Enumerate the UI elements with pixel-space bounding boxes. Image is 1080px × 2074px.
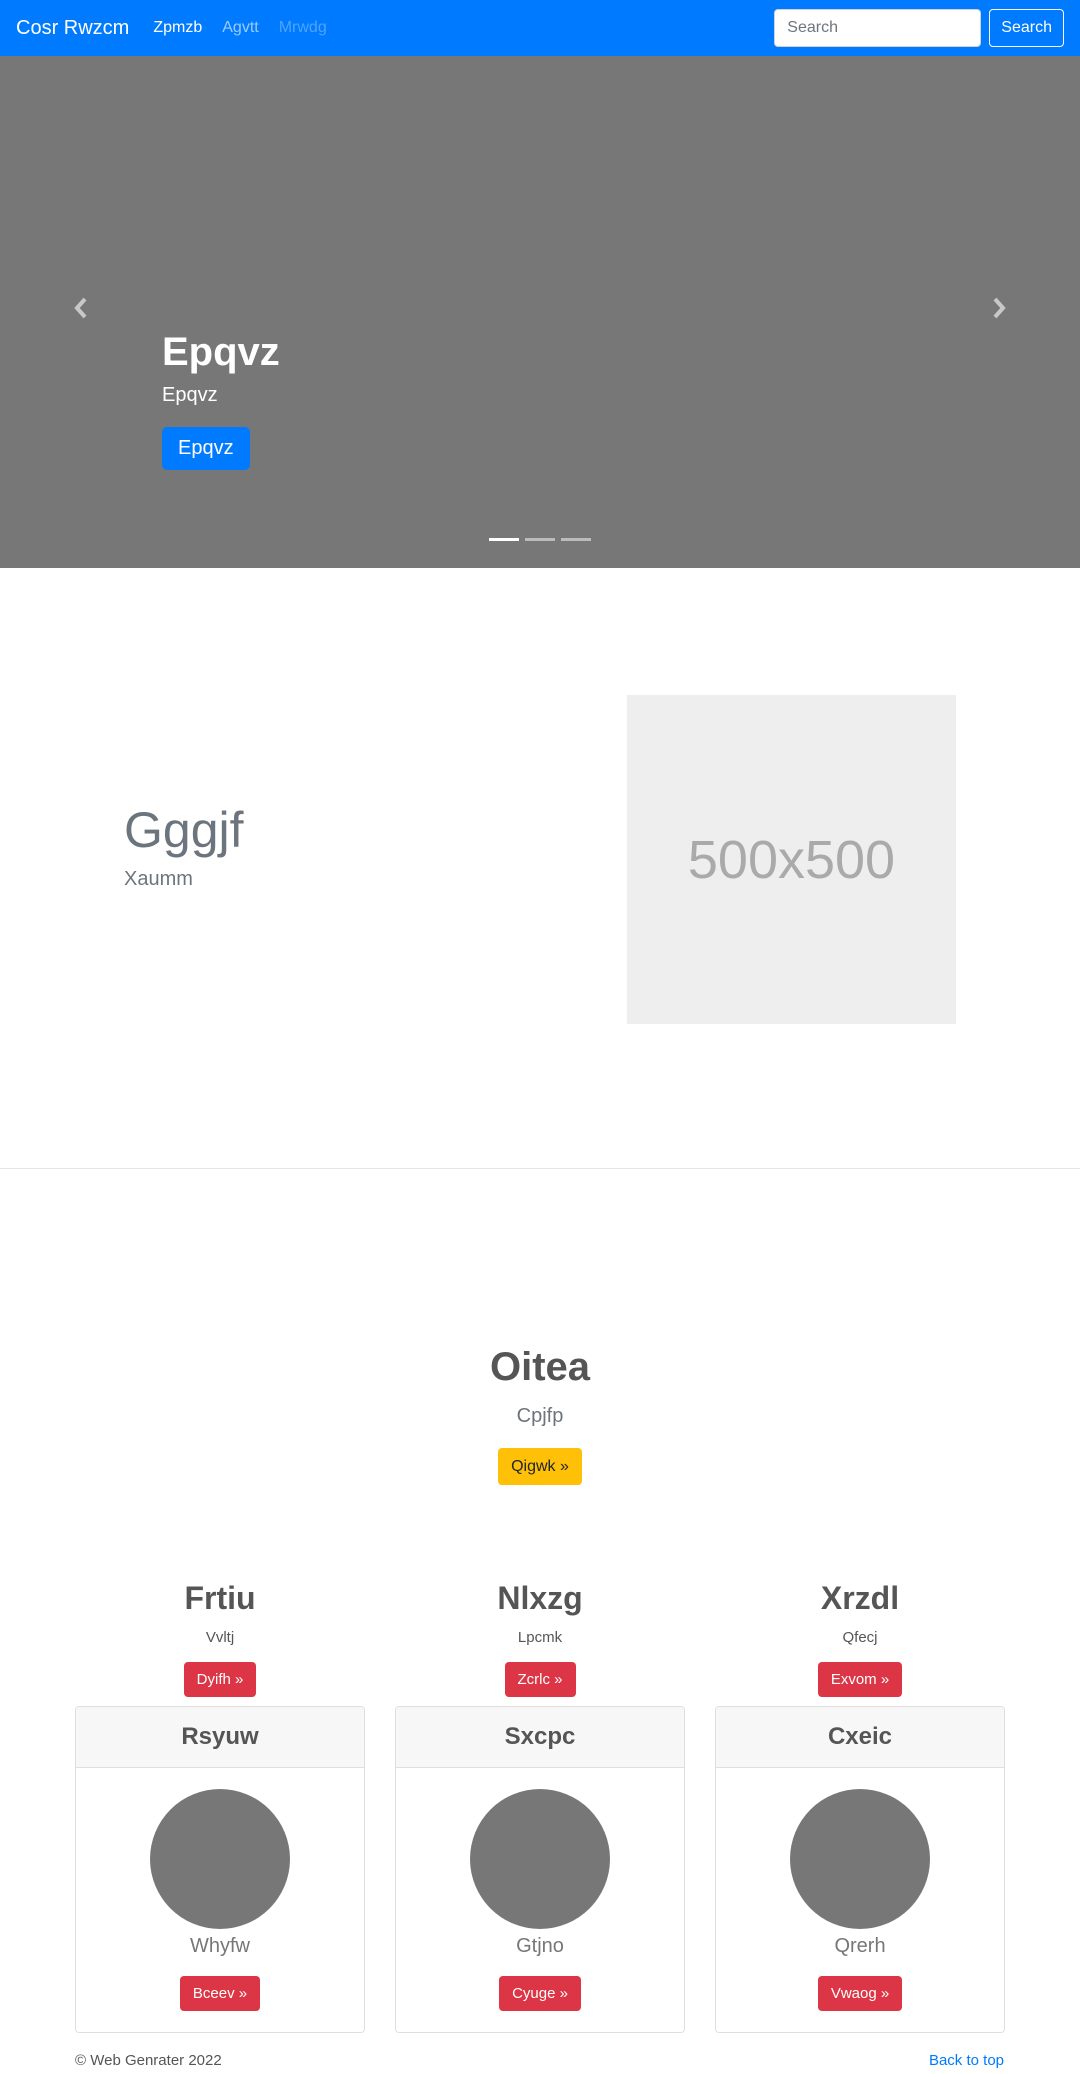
chevron-left-icon [74,297,87,319]
card-header: Rsyuw [76,1707,364,1768]
card-name: Gtjno [516,1935,564,1957]
search-input[interactable] [774,9,982,47]
card-name: Qrerh [834,1935,886,1957]
column-title: Nlxzg [497,1580,583,1616]
carousel-prev-button[interactable] [71,296,91,320]
back-to-top-link[interactable]: Back to top [929,2052,1004,2069]
nav-link-zpmzb[interactable]: Zpmzb [153,19,202,37]
card-name: Whyfw [190,1935,250,1957]
column-text: Qfecj [842,1629,878,1646]
column-title: Frtiu [184,1580,256,1616]
nav-link-agvtt[interactable]: Agvtt [222,19,258,37]
nav-link-mrwdg: Mrwdg [278,19,327,36]
column-button[interactable]: Exvom » [817,1662,903,1697]
search-button[interactable]: Search [989,9,1064,47]
placeholder-image-label: 500x500 [687,829,896,890]
carousel-next-button[interactable] [989,296,1009,320]
carousel-button[interactable]: Epqvz [162,427,250,470]
card-button[interactable]: Bceev » [179,1976,261,2011]
featurette-subheading: Xaumm [124,868,193,890]
carousel-indicator-1[interactable] [489,538,519,541]
section-divider [0,1168,1080,1169]
column-2: Nlxzg Lpcmk Zcrlc » [395,1580,685,1697]
profile-card-1: Rsyuw Whyfw Bceev » [75,1706,365,2033]
card-header: Cxeic [716,1707,1004,1768]
column-text: Vvltj [205,1629,235,1646]
profile-card-2: Sxcpc Gtjno Cyuge » [395,1706,685,2033]
card-header: Sxcpc [396,1707,684,1768]
avatar [150,1789,290,1929]
chevron-right-icon [993,297,1006,319]
column-1: Frtiu Vvltj Dyifh » [75,1580,365,1697]
carousel-indicators [489,538,597,541]
avatar [790,1789,930,1929]
featurette-heading: Gggjf [124,802,244,858]
card-button[interactable]: Vwaog » [817,1976,903,2011]
column-button[interactable]: Zcrlc » [504,1662,576,1697]
brand-link[interactable]: Cosr Rwzcm [16,17,129,40]
column-text: Lpcmk [517,1629,563,1646]
carousel-subtitle: Epqvz [162,384,218,406]
column-3: Xrzdl Qfecj Exvom » [715,1580,1005,1697]
jumbotron-subtitle: Cpjfp [516,1405,564,1427]
placeholder-image: 500x500 [627,695,956,1024]
hero-carousel: Epqvz Epqvz Epqvz [0,56,1080,568]
jumbotron-title: Oitea [489,1345,591,1389]
card-button[interactable]: Cyuge » [499,1976,581,2011]
footer-copyright: © Web Genrater 2022 [75,2052,222,2069]
column-button[interactable]: Dyifh » [183,1662,257,1697]
avatar [470,1789,610,1929]
carousel-caption: Epqvz Epqvz Epqvz [162,328,280,470]
column-title: Xrzdl [820,1580,900,1616]
top-navbar: Cosr Rwzcm Zpmzb Agvtt Mrwdg Search [0,0,1080,56]
jumbotron-button[interactable]: Qigwk » [498,1448,582,1485]
carousel-title: Epqvz [162,330,280,374]
carousel-indicator-3[interactable] [561,538,591,541]
search-form: Search [774,9,1064,47]
profile-card-3: Cxeic Qrerh Vwaog » [715,1706,1005,2033]
carousel-indicator-2[interactable] [525,538,555,541]
